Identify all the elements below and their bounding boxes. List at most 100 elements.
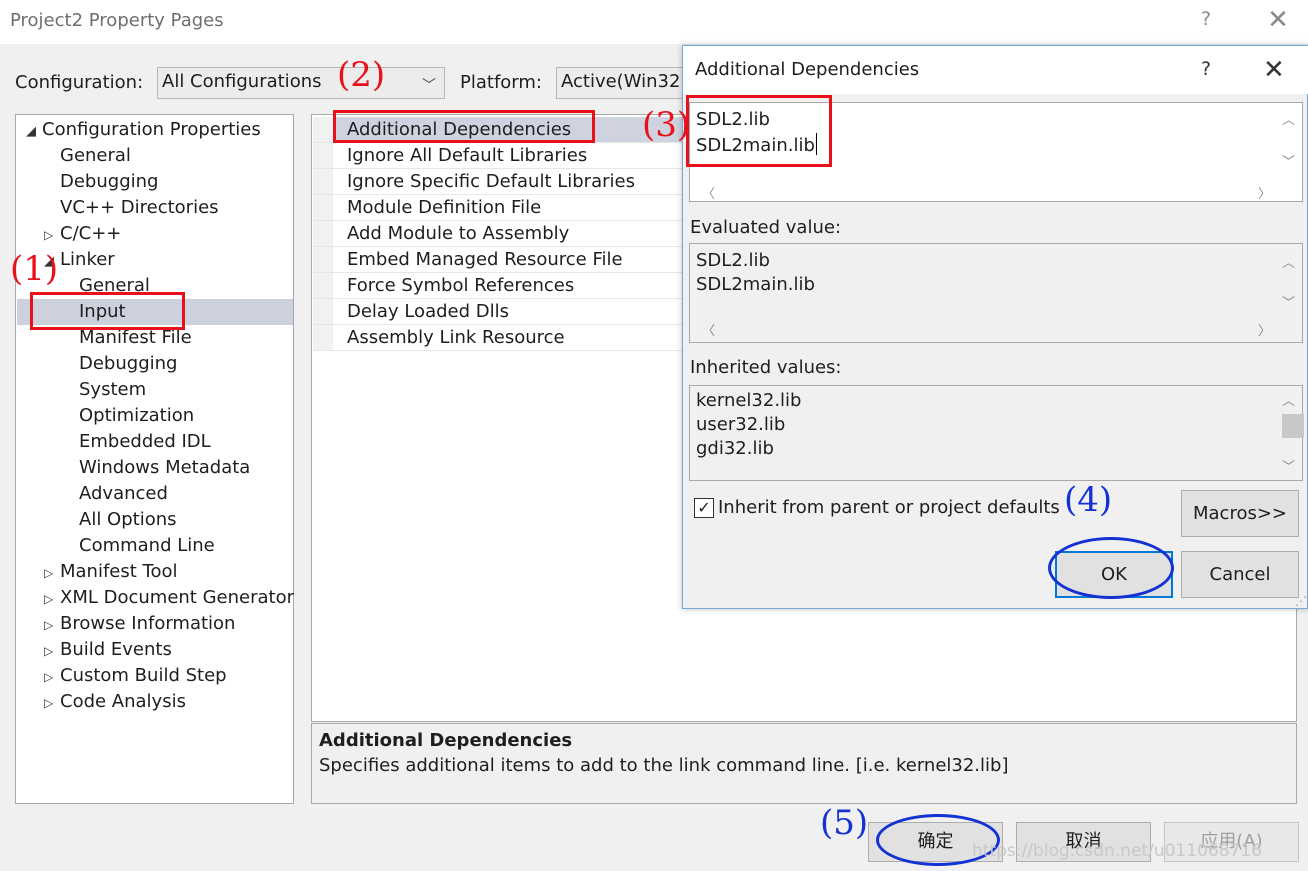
tree-item[interactable]: ▷ Browse Information: [44, 611, 235, 637]
chevron-down-icon: ﹀: [422, 78, 436, 94]
property-row[interactable]: Ignore All Default Libraries: [313, 143, 685, 169]
evaluated-line: SDL2.lib: [696, 250, 770, 271]
help-button[interactable]: ?: [1194, 8, 1218, 36]
scroll-up-icon[interactable]: ︿: [1282, 252, 1295, 271]
scroll-down-icon[interactable]: ﹀: [1282, 292, 1295, 311]
evaluated-value-label: Evaluated value:: [690, 217, 842, 238]
evaluated-line: SDL2main.lib: [696, 274, 815, 295]
configuration-combo[interactable]: All Configurations ﹀: [157, 67, 445, 99]
scroll-left-icon[interactable]: 〈: [702, 183, 715, 202]
property-row-gutter: [313, 273, 333, 298]
property-row[interactable]: Ignore Specific Default Libraries: [313, 169, 685, 195]
description-text: Specifies additional items to add to the…: [319, 755, 1009, 776]
scroll-left-icon[interactable]: 〈: [702, 320, 715, 339]
property-row[interactable]: Module Definition File: [313, 195, 685, 221]
property-row-gutter: [313, 169, 333, 194]
tree-item[interactable]: Advanced: [63, 481, 168, 507]
macros-button[interactable]: Macros>>: [1181, 490, 1299, 537]
tree-item[interactable]: ▷ Build Events: [44, 637, 172, 663]
tree-item-label: Build Events: [60, 639, 172, 660]
property-row-gutter: [313, 247, 333, 272]
window-title: Project2 Property Pages: [10, 10, 224, 31]
tree-item-label: System: [79, 379, 147, 400]
collapse-triangle-icon[interactable]: ▷: [44, 222, 60, 248]
tree-item-label: Manifest Tool: [60, 561, 178, 582]
collapse-triangle-icon[interactable]: ▷: [44, 612, 60, 638]
tree-item[interactable]: ▷ C/C++: [44, 221, 121, 247]
annotation-step-2: (2): [337, 55, 386, 95]
tree-item[interactable]: VC++ Directories: [44, 195, 219, 221]
collapse-triangle-icon[interactable]: ▷: [44, 586, 60, 612]
tree-item-label: Configuration Properties: [42, 119, 261, 140]
tree-item[interactable]: ▷ Code Analysis: [44, 689, 186, 715]
property-row[interactable]: Delay Loaded Dlls: [313, 299, 685, 325]
property-row[interactable]: Assembly Link Resource: [313, 325, 685, 351]
property-name: Delay Loaded Dlls: [347, 301, 509, 322]
resize-grip-icon[interactable]: ⋰: [1295, 594, 1307, 608]
tree-item[interactable]: ◢ Configuration Properties: [26, 117, 261, 143]
tree-item-label: Embedded IDL: [79, 431, 211, 452]
tree-item-label: All Options: [79, 509, 177, 530]
collapse-triangle-icon[interactable]: ▷: [44, 664, 60, 690]
property-row-gutter: [313, 299, 333, 324]
scroll-right-icon[interactable]: 〉: [1258, 320, 1271, 339]
platform-label: Platform:: [460, 72, 542, 93]
tree-item-label: Optimization: [79, 405, 195, 426]
annotation-oval-ok: [1048, 537, 1174, 599]
tree-item[interactable]: ▷ Custom Build Step: [44, 663, 227, 689]
annotation-step-1: (1): [10, 249, 59, 289]
inherit-checkbox-label: Inherit from parent or project defaults: [718, 497, 1060, 518]
expand-triangle-icon[interactable]: ◢: [26, 119, 42, 145]
tree-item[interactable]: All Options: [63, 507, 177, 533]
annotation-step-4: (4): [1064, 480, 1113, 520]
collapse-triangle-icon[interactable]: ▷: [44, 690, 60, 716]
tree-item[interactable]: General: [44, 143, 131, 169]
dialog-title: Additional Dependencies: [695, 59, 920, 80]
property-row[interactable]: Add Module to Assembly: [313, 221, 685, 247]
tree-item-label: Code Analysis: [60, 691, 186, 712]
tree-item[interactable]: Debugging: [44, 169, 158, 195]
inherit-checkbox[interactable]: ✓: [694, 498, 714, 518]
tree-item-label: Manifest File: [79, 327, 192, 348]
scroll-down-icon[interactable]: ﹀: [1282, 456, 1295, 475]
annotation-box-input: [30, 292, 185, 330]
scroll-up-icon[interactable]: ︿: [1282, 390, 1295, 409]
scroll-up-icon[interactable]: ︿: [1282, 109, 1295, 128]
tree-item[interactable]: Embedded IDL: [63, 429, 211, 455]
dialog-cancel-button[interactable]: Cancel: [1181, 551, 1299, 598]
tree-item-label: General: [60, 145, 131, 166]
property-row-gutter: [313, 221, 333, 246]
dialog-title-bar: Additional Dependencies ? ✕: [683, 46, 1308, 94]
tree-item[interactable]: System: [63, 377, 146, 403]
configuration-value: All Configurations: [162, 71, 322, 92]
property-name: Ignore Specific Default Libraries: [347, 171, 635, 192]
tree-item[interactable]: Optimization: [63, 403, 194, 429]
tree-item[interactable]: Windows Metadata: [63, 455, 250, 481]
evaluated-value-box: SDL2.lib SDL2main.lib ︿ ﹀ 〈 〉: [689, 243, 1303, 343]
tree-item[interactable]: ▷ XML Document Generator: [44, 585, 294, 611]
property-row-gutter: [313, 195, 333, 220]
scrollbar-thumb[interactable]: [1282, 414, 1304, 438]
collapse-triangle-icon[interactable]: ▷: [44, 560, 60, 586]
tree-item[interactable]: ▷ Manifest Tool: [44, 559, 178, 585]
property-name: Add Module to Assembly: [347, 223, 570, 244]
tree-item-label: Debugging: [60, 171, 159, 192]
property-row[interactable]: Force Symbol References: [313, 273, 685, 299]
platform-value: Active(Win32): [561, 71, 684, 92]
description-pane: Additional Dependencies Specifies additi…: [311, 723, 1297, 804]
annotation-box-additional-dependencies: [333, 110, 595, 143]
scroll-right-icon[interactable]: 〉: [1258, 183, 1271, 202]
tree-item-label: C/C++: [60, 223, 122, 244]
platform-combo[interactable]: Active(Win32): [556, 67, 684, 99]
collapse-triangle-icon[interactable]: ▷: [44, 638, 60, 664]
tree-item-label: XML Document Generator: [60, 587, 294, 608]
property-row[interactable]: Embed Managed Resource File: [313, 247, 685, 273]
dialog-help-button[interactable]: ?: [1201, 58, 1211, 80]
dialog-close-button[interactable]: ✕: [1263, 55, 1285, 85]
tree-item-label: Browse Information: [60, 613, 236, 634]
property-name: Assembly Link Resource: [347, 327, 565, 348]
scroll-down-icon[interactable]: ﹀: [1282, 151, 1295, 170]
close-button[interactable]: ✕: [1262, 5, 1294, 37]
tree-item[interactable]: Debugging: [63, 351, 177, 377]
tree-item[interactable]: Command Line: [63, 533, 215, 559]
